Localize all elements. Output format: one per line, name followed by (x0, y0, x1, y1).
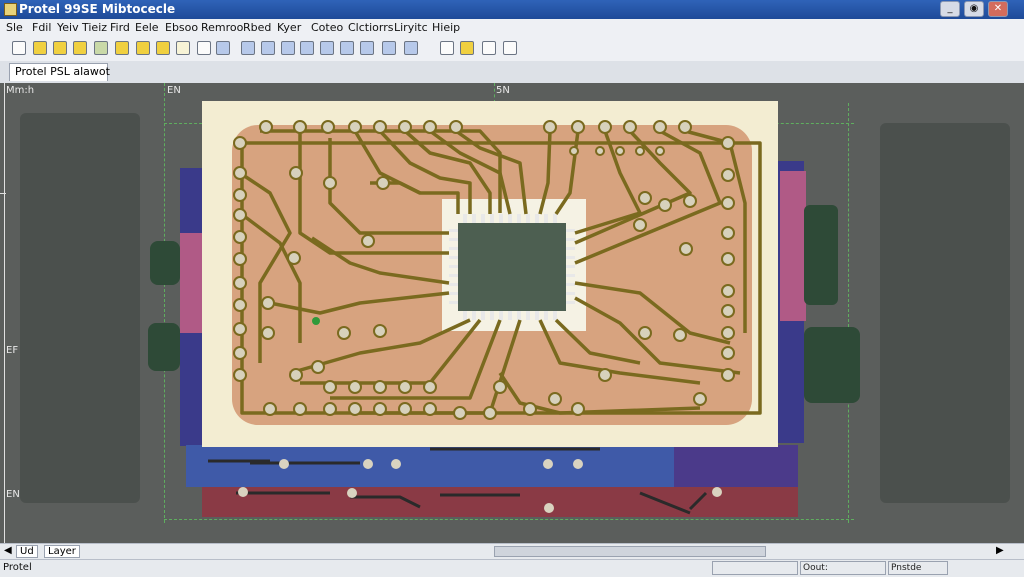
horizontal-scrollbar[interactable] (494, 546, 766, 557)
wire-tool-icon[interactable] (73, 41, 87, 55)
window-title: Protel 99SE Mibtocecle (19, 2, 176, 16)
route-icon[interactable] (320, 41, 334, 55)
array-icon[interactable] (503, 41, 517, 55)
status-cell-coords: Oout: (800, 561, 886, 575)
restore-icon[interactable]: ◉ (964, 1, 984, 17)
menu-browse[interactable]: Ebsoo (165, 21, 198, 34)
menu-help[interactable]: Hieip (432, 21, 460, 34)
menu-file[interactable]: Sle (6, 21, 23, 34)
bottom-tab-area: ◀ Ud Layer ▶ (0, 543, 1024, 560)
via-icon[interactable] (340, 41, 354, 55)
pcb-board-view (148, 101, 860, 517)
pad-icon[interactable] (360, 41, 374, 55)
menu-layer[interactable]: Kyer (277, 21, 301, 34)
pcb-workspace[interactable]: Mm:h EN 5N EF EN (0, 83, 1024, 543)
status-cell-mode: Pnstde (888, 561, 948, 575)
edit-pencil-icon[interactable] (53, 41, 67, 55)
print-icon[interactable] (176, 41, 190, 55)
right-pink-connector (780, 171, 806, 321)
app-icon (4, 3, 17, 16)
toolbar (0, 37, 1024, 62)
scroll-right-arrow-icon[interactable]: ▶ (996, 545, 1004, 556)
menu-colors[interactable]: Coteo (311, 21, 343, 34)
paste-icon[interactable] (216, 41, 230, 55)
scroll-left-arrow-icon[interactable]: ◀ (4, 545, 12, 556)
select-icon[interactable] (261, 41, 275, 55)
tab-ud[interactable]: Ud (16, 545, 38, 558)
menu-view[interactable]: Yeiv (57, 21, 79, 34)
menu-help-1[interactable]: Eele (135, 21, 159, 34)
move-icon[interactable] (281, 41, 295, 55)
green-via (312, 317, 320, 325)
left-jack-2 (148, 323, 180, 371)
right-jack-2 (804, 327, 860, 403)
title-bar: Protel 99SE Mibtocecle _ ◉ ✕ (0, 0, 1024, 19)
menu-library[interactable]: Liryitc (394, 21, 428, 34)
component-icon[interactable] (94, 41, 108, 55)
left-jack-1 (150, 241, 180, 285)
minimize-button[interactable]: _ (940, 1, 960, 17)
tab-pcb-layout[interactable]: Protel PSL alawot (9, 63, 110, 81)
dimension-icon[interactable] (460, 41, 474, 55)
tab-layer[interactable]: Layer (44, 545, 80, 558)
menu-reports[interactable]: Rbed (243, 21, 271, 34)
menu-find[interactable]: Fird (110, 21, 130, 34)
menu-tools[interactable]: Tieiz (82, 21, 107, 34)
grid-icon[interactable] (482, 41, 496, 55)
arc-icon[interactable] (382, 41, 396, 55)
status-text: Protel (3, 562, 32, 573)
place-icon[interactable] (300, 41, 314, 55)
menu-bar: Sle Fdil Yeiv Tieiz Fird Eele Ebsoo Remr… (0, 19, 1024, 38)
fill-icon[interactable] (404, 41, 418, 55)
right-jack-1 (804, 205, 838, 305)
copy-icon[interactable] (197, 41, 211, 55)
status-bar: Protel Oout: Pnstde (0, 559, 1024, 577)
document-tab-strip: Protel PSL alawot (0, 61, 1024, 84)
ic-chip (458, 223, 566, 311)
folder-icon[interactable] (136, 41, 150, 55)
text-icon[interactable] (440, 41, 454, 55)
menu-options[interactable]: Clctiorrs (348, 21, 393, 34)
menu-remove[interactable]: Remroo (201, 21, 243, 34)
bottom-purple-block (674, 445, 798, 487)
new-file-icon[interactable] (12, 41, 26, 55)
open-folder-icon[interactable] (33, 41, 47, 55)
layer-icon[interactable] (156, 41, 170, 55)
status-cell-empty (712, 561, 798, 575)
close-button[interactable]: ✕ (988, 1, 1008, 17)
cursor-icon[interactable] (241, 41, 255, 55)
menu-edit[interactable]: Fdil (32, 21, 51, 34)
zoom-icon[interactable] (115, 41, 129, 55)
